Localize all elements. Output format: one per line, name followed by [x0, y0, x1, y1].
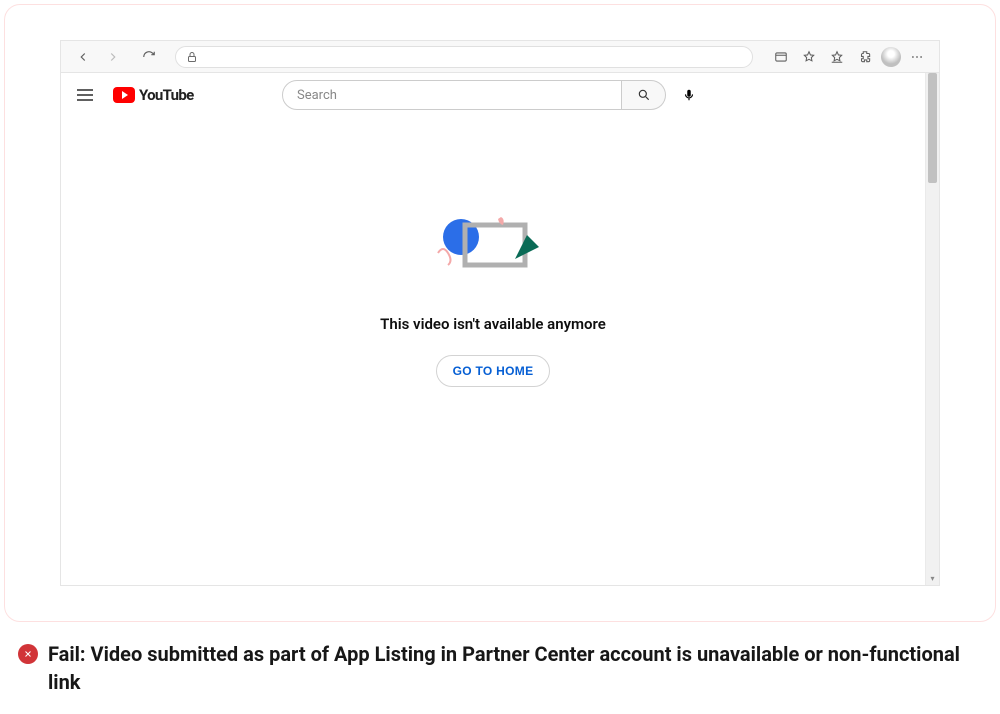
favorites-star-icon[interactable] [797, 45, 821, 69]
youtube-logo[interactable]: YouTube [113, 86, 193, 104]
back-button[interactable] [71, 45, 95, 69]
reading-view-icon[interactable] [769, 45, 793, 69]
search-icon [637, 88, 651, 102]
lock-icon [186, 51, 198, 63]
scrollbar-thumb[interactable] [928, 73, 937, 183]
microphone-icon [682, 88, 696, 102]
unavailable-video-illustration [423, 207, 563, 287]
refresh-button[interactable] [137, 45, 161, 69]
search-button[interactable] [622, 80, 666, 110]
extensions-icon[interactable] [853, 45, 877, 69]
error-content: This video isn't available anymore GO TO… [61, 117, 925, 585]
fail-icon [18, 644, 38, 664]
browser-toolbar [61, 41, 939, 73]
caption: Fail: Video submitted as part of App Lis… [0, 640, 1000, 696]
go-home-button[interactable]: GO TO HOME [436, 355, 551, 387]
address-bar[interactable] [175, 46, 753, 68]
forward-button[interactable] [101, 45, 125, 69]
search-input[interactable]: Search [282, 80, 622, 110]
screenshot-card: YouTube Search [4, 4, 996, 622]
page-viewport: YouTube Search [61, 73, 939, 585]
youtube-header: YouTube Search [61, 73, 925, 117]
browser-window: YouTube Search [60, 40, 940, 586]
youtube-play-icon [113, 87, 135, 103]
error-message: This video isn't available anymore [380, 315, 606, 333]
profile-avatar[interactable] [881, 47, 901, 67]
caption-text: Fail: Video submitted as part of App Lis… [48, 640, 982, 696]
youtube-logo-text: YouTube [139, 86, 193, 104]
favorites-bar-icon[interactable] [825, 45, 849, 69]
voice-search-button[interactable] [674, 80, 704, 110]
more-menu-icon[interactable] [905, 45, 929, 69]
vertical-scrollbar[interactable]: ▾ [925, 73, 939, 585]
menu-icon[interactable] [77, 85, 97, 105]
scroll-down-arrow[interactable]: ▾ [926, 571, 939, 585]
